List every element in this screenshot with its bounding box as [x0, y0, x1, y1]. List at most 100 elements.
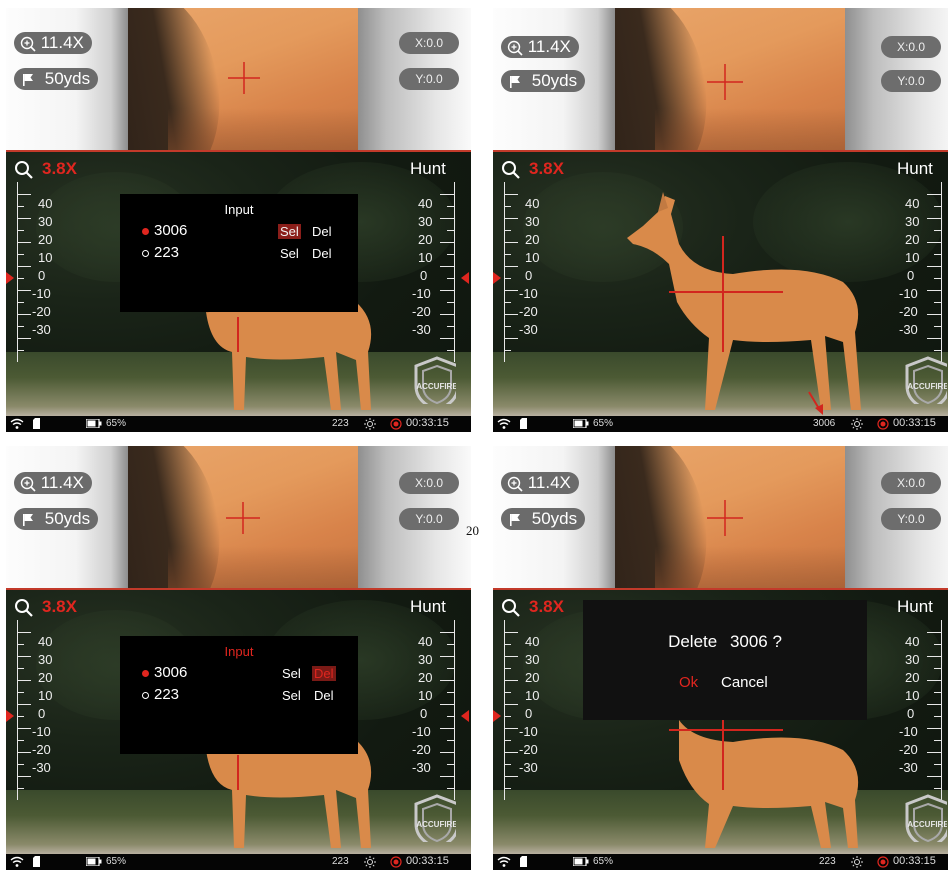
- scale-label: 0: [38, 706, 46, 721]
- logo-text: ACCUFIRE: [907, 820, 947, 829]
- scale-label: 0: [907, 268, 915, 283]
- elevation-scale-right: 40 30 20 10 0 -10 -20 -30: [899, 620, 945, 800]
- select-button[interactable]: Sel: [282, 688, 301, 703]
- scale-label: -20: [32, 742, 51, 757]
- record-time: 00:33:15: [893, 855, 936, 867]
- scale-label: -30: [899, 760, 918, 775]
- sd-card-icon: [520, 418, 527, 429]
- ammo-profile: 223: [332, 418, 349, 429]
- mode-label: Hunt: [410, 159, 446, 178]
- select-button[interactable]: Sel: [278, 224, 301, 239]
- mini-crosshair: [226, 502, 260, 534]
- zoom-level: 11.4X: [527, 473, 571, 492]
- battery-icon: [573, 857, 589, 866]
- ammo-profile: 223: [332, 856, 349, 867]
- scale-label: -20: [32, 304, 51, 319]
- elevation-scale-right: 40 30 20 10 0 -10 -20 -30: [412, 620, 458, 800]
- battery-level: 65%: [106, 418, 127, 429]
- input-dialog: Input 3006 Sel Del 223 Sel Del: [120, 636, 358, 754]
- distance-value: 50yds: [44, 69, 91, 88]
- scale-label: -30: [412, 322, 431, 337]
- status-bar: 65% 3006 00:33:15: [493, 416, 948, 432]
- list-item[interactable]: 223: [142, 244, 179, 261]
- search-icon: [15, 161, 33, 179]
- main-magnification: 3.8X: [529, 597, 564, 616]
- brightness-icon: [364, 418, 376, 430]
- confirm-message: Delete 3006 ?: [583, 632, 867, 652]
- scale-label: -10: [899, 724, 918, 739]
- scale-label: -20: [412, 304, 431, 319]
- main-view-area: 3.8X Hunt 40 30 20 10 0 -10 -20 -30 40 3…: [493, 590, 948, 854]
- record-time: 00:33:15: [406, 417, 449, 429]
- zoom-level-pill: 11.4X: [501, 36, 579, 58]
- dialog-title: Input: [224, 202, 254, 217]
- sd-card-icon: [33, 418, 40, 429]
- scale-label: -20: [412, 742, 431, 757]
- status-bar: 65% 223 00:33:15: [6, 854, 471, 870]
- zero-marker-right: [461, 272, 469, 284]
- main-view-area: 3.8X Hunt 40 30 20 10 0 -10 -20 -30 40 3…: [493, 152, 948, 416]
- scale-label: -30: [519, 760, 538, 775]
- scale-label: 10: [418, 250, 433, 265]
- battery-level: 65%: [593, 856, 614, 867]
- zoom-in-icon: [507, 476, 523, 492]
- scale-label: -20: [519, 304, 538, 319]
- mode-label: Hunt: [897, 159, 933, 178]
- scale-label: 30: [525, 214, 540, 229]
- status-bar: 65% 223 00:33:15: [493, 854, 948, 870]
- delete-button[interactable]: Del: [314, 688, 334, 703]
- scale-label: -30: [412, 760, 431, 775]
- scale-label: 10: [905, 250, 920, 265]
- scale-label: 30: [418, 214, 433, 229]
- scale-label: 30: [525, 652, 540, 667]
- record-time: 00:33:15: [406, 855, 449, 867]
- record-time: 00:33:15: [893, 417, 936, 429]
- brightness-icon: [851, 418, 863, 430]
- scale-label: 20: [525, 670, 540, 685]
- search-icon: [15, 599, 33, 617]
- zero-marker-left: [6, 272, 14, 284]
- select-button[interactable]: Sel: [280, 246, 299, 261]
- accufire-logo: ACCUFIRE: [905, 356, 947, 404]
- delete-button[interactable]: Del: [312, 246, 332, 261]
- ok-button[interactable]: Ok: [679, 674, 698, 691]
- scale-label: 40: [418, 196, 433, 211]
- select-button[interactable]: Sel: [282, 666, 301, 681]
- radio-empty-icon: [142, 691, 149, 699]
- distance-pill: 50yds: [14, 68, 99, 90]
- zoom-level: 11.4X: [527, 37, 571, 56]
- scale-label: 40: [905, 634, 920, 649]
- scale-label: -10: [899, 286, 918, 301]
- x-offset: X:0.0: [881, 472, 941, 494]
- elevation-scale-right: 40 30 20 10 0 -10 -20 -30: [899, 182, 945, 362]
- scale-label: 40: [525, 634, 540, 649]
- mini-crosshair: [707, 64, 743, 100]
- battery-level: 65%: [106, 856, 127, 867]
- flag-icon: [23, 513, 33, 526]
- screen-panel-1: 11.4X 50yds X:0.0 Y:0.0 3.8X Hunt 40 30 …: [6, 8, 471, 432]
- scale-label: -20: [899, 742, 918, 757]
- scale-label: -10: [519, 286, 538, 301]
- delete-button[interactable]: Del: [312, 666, 336, 681]
- list-item[interactable]: 223: [142, 686, 179, 703]
- screen-panel-2: 11.4X 50yds X:0.0 Y:0.0 3.8X Hunt 40 30 …: [493, 8, 948, 432]
- distance-pill: 50yds: [501, 508, 586, 530]
- cancel-button[interactable]: Cancel: [721, 674, 768, 691]
- scale-label: -10: [32, 724, 51, 739]
- elevation-scale-left: 40 30 20 10 0 -10 -20 -30: [16, 620, 52, 800]
- scale-label: -10: [412, 724, 431, 739]
- x-offset: X:0.0: [881, 36, 941, 58]
- list-item[interactable]: 3006: [142, 664, 187, 681]
- scale-label: 20: [38, 670, 53, 685]
- accufire-logo: ACCUFIRE: [414, 794, 456, 842]
- zero-marker-left: [493, 272, 501, 284]
- delete-button[interactable]: Del: [312, 224, 332, 239]
- x-offset: X:0.0: [399, 472, 459, 494]
- radio-selected-icon: [142, 669, 149, 677]
- scale-label: 10: [525, 688, 540, 703]
- list-item[interactable]: 3006: [142, 222, 187, 239]
- scale-label: -10: [519, 724, 538, 739]
- record-icon: [390, 856, 402, 868]
- screen-panel-4: 11.4X 50yds X:0.0 Y:0.0 3.8X Hunt 40 30 …: [493, 446, 948, 870]
- zoom-image: [128, 8, 358, 150]
